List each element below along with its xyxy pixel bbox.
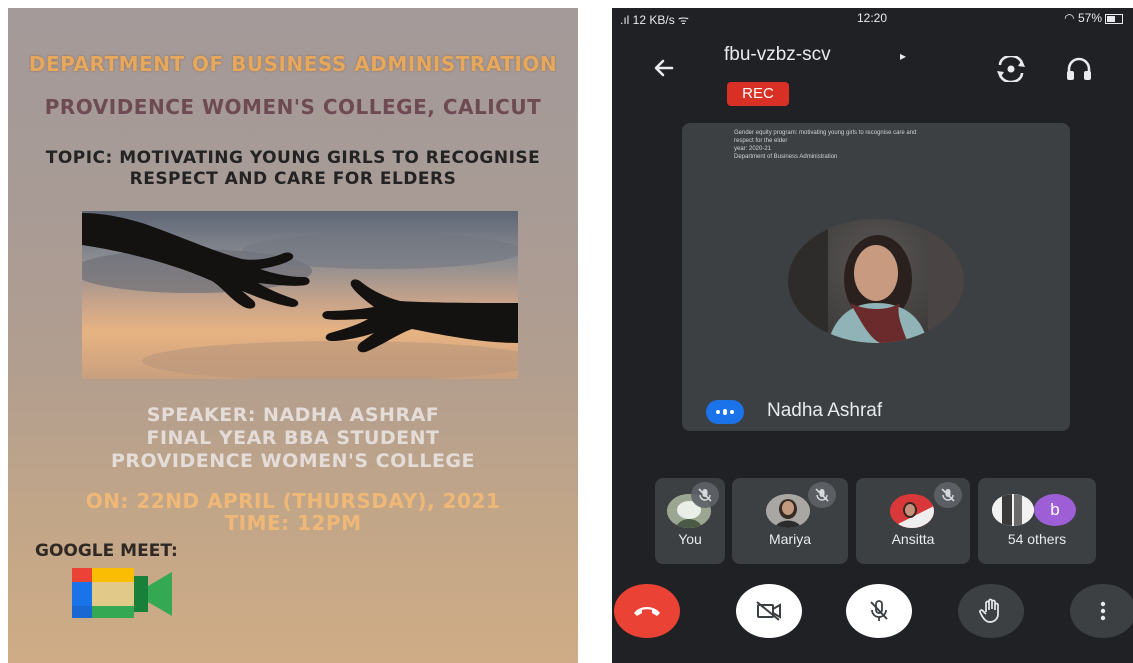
meet-call-screen: .ıl 12 KB/s ᯤ 12:20 ◠ 57% fbu-vzbz-scv ▸… [612, 8, 1133, 663]
hang-up-button[interactable] [614, 584, 680, 638]
raise-hand-icon [979, 598, 999, 623]
shared-slide-text: Gender equity program: motivating young … [734, 129, 1034, 161]
participant-name: 54 others [1007, 531, 1067, 547]
meeting-code[interactable]: fbu-vzbz-scv [724, 44, 831, 66]
mic-off-icon [808, 482, 836, 508]
poster-hands-photo [82, 211, 518, 379]
mic-off-icon [870, 600, 888, 621]
more-options-button[interactable] [1070, 584, 1133, 638]
slide-line: Gender equity program: motivating young … [734, 130, 917, 136]
battery-icon [1105, 13, 1123, 24]
poster-speaker-role: FINAL YEAR BBA STUDENT [146, 427, 440, 449]
hang-up-icon [634, 607, 660, 616]
network-status: .ıl 12 KB/s ᯤ [620, 13, 689, 27]
poster-speaker-name: SPEAKER: NADHA ASHRAF [146, 404, 440, 426]
event-poster: DEPARTMENT OF BUSINESS ADMINISTRATION PR… [8, 8, 578, 663]
slide-line: respect for the elder [734, 138, 788, 144]
camera-toggle-button[interactable] [736, 584, 802, 638]
poster-date: ON: 22ND APRIL (THURSDAY), 2021 [85, 489, 501, 513]
mic-off-icon [691, 482, 719, 508]
mic-toggle-button[interactable] [846, 584, 912, 638]
poster-time: TIME: 12PM [224, 511, 362, 535]
recording-badge: REC [727, 82, 789, 106]
participant-tile-ansitta[interactable]: Ansitta [856, 478, 970, 564]
camera-flip-icon[interactable] [996, 54, 1026, 87]
arrow-back-icon[interactable] [650, 54, 678, 82]
others-avatar: b [1034, 494, 1076, 526]
status-time: 12:20 [857, 11, 888, 25]
avatar [766, 494, 810, 528]
participant-name: Ansitta [891, 531, 935, 547]
poster-speaker: SPEAKER: NADHA ASHRAF FINAL YEAR BBA STU… [8, 404, 578, 473]
google-meet-logo-icon [72, 568, 176, 625]
presenter-avatar [788, 219, 964, 343]
poster-topic: TOPIC: MOTIVATING YOUNG GIRLS TO RECOGNI… [8, 148, 578, 190]
poster-topic-line1: TOPIC: MOTIVATING YOUNG GIRLS TO RECOGNI… [45, 148, 541, 168]
meeting-details-caret-icon[interactable]: ▸ [900, 49, 906, 63]
poster-topic-line2: RESPECT AND CARE FOR ELDERS [129, 169, 457, 189]
headphones-icon[interactable] [1065, 56, 1093, 87]
battery-level: ◠ 57% [1064, 11, 1102, 25]
battery-status: ◠ 57% [1064, 11, 1123, 25]
participant-tile-others[interactable]: b 54 others [978, 478, 1096, 564]
poster-college: PROVIDENCE WOMEN'S COLLEGE, CALICUT [44, 95, 542, 119]
participant-tile-you[interactable]: You [655, 478, 725, 564]
avatar [890, 494, 934, 528]
speaking-indicator-icon [706, 400, 744, 424]
presenter-tile[interactable]: Gender equity program: motivating young … [682, 123, 1070, 431]
slide-line: Department of Business Administration [734, 154, 838, 160]
participant-tile-mariya[interactable]: Mariya [732, 478, 848, 564]
participant-name: You [678, 531, 702, 547]
camera-off-icon [756, 601, 781, 621]
mic-off-icon [934, 482, 962, 508]
status-bar: .ıl 12 KB/s ᯤ 12:20 ◠ 57% [612, 8, 1133, 28]
participant-name: Mariya [768, 531, 811, 547]
poster-platform: GOOGLE MEET: [35, 541, 178, 561]
poster-date-time: ON: 22ND APRIL (THURSDAY), 2021 TIME: 12… [8, 490, 578, 534]
more-vert-icon [1100, 601, 1106, 621]
raise-hand-button[interactable] [958, 584, 1024, 638]
poster-speaker-college: PROVIDENCE WOMEN'S COLLEGE [110, 450, 476, 472]
poster-department: DEPARTMENT OF BUSINESS ADMINISTRATION [28, 52, 558, 76]
slide-line: year: 2020-21 [734, 146, 772, 152]
avatar [992, 494, 1034, 526]
presenter-name: Nadha Ashraf [767, 400, 883, 421]
